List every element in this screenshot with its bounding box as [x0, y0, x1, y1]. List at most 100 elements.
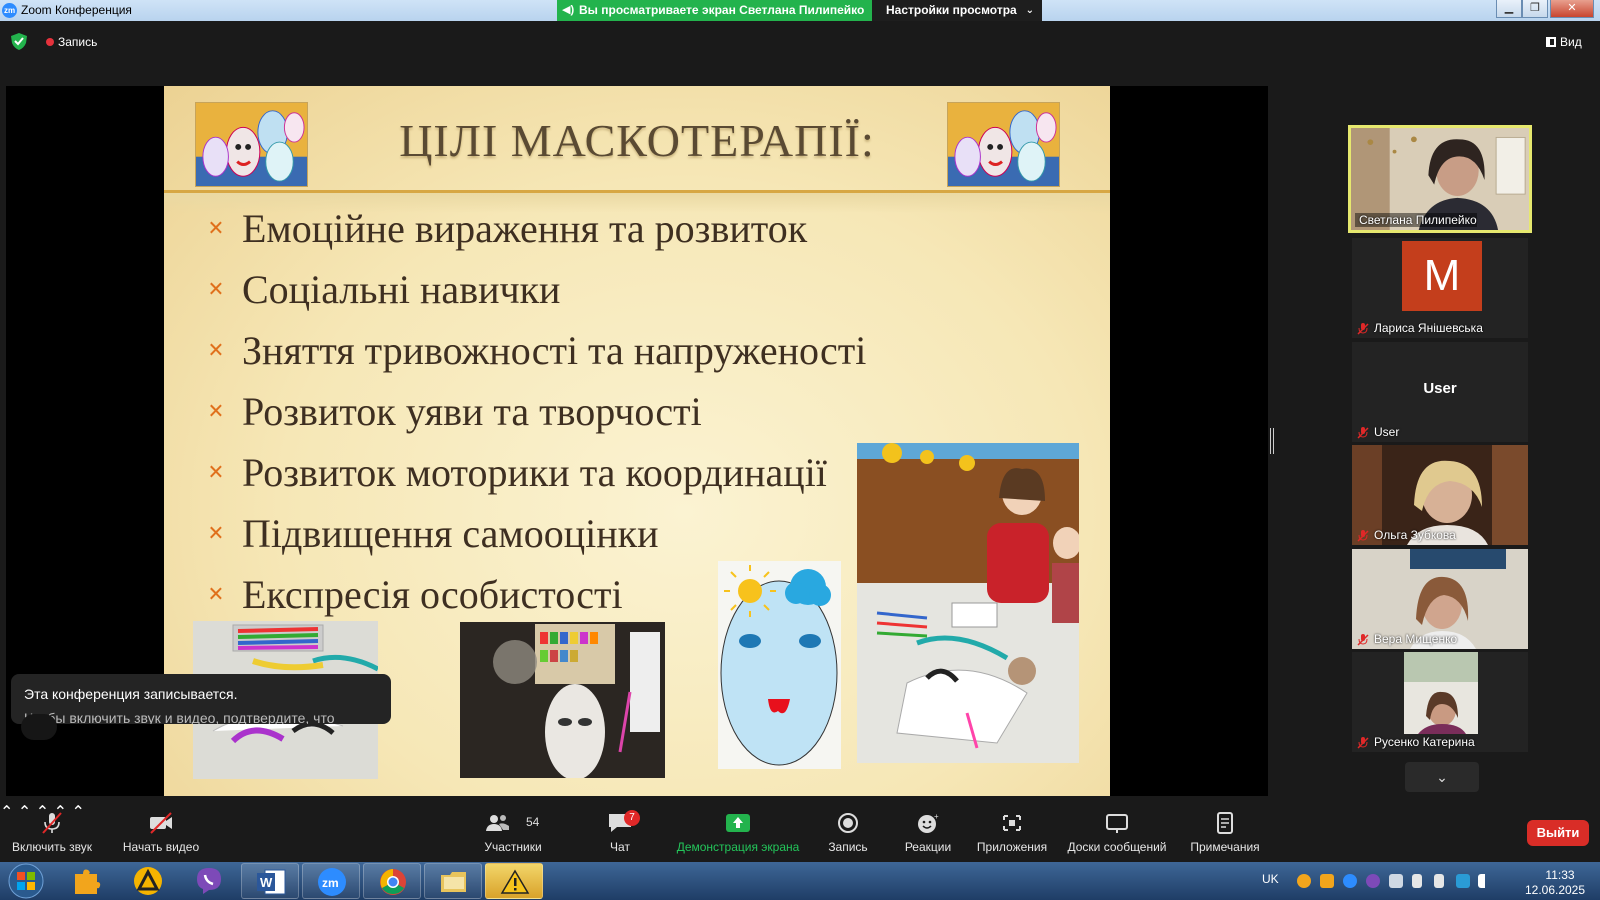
participants-scroll-down-button[interactable]: ⌄	[1405, 762, 1479, 792]
unmute-button[interactable]: Включить звук	[6, 802, 98, 862]
unmute-label: Включить звук	[11, 840, 93, 854]
speaker-icon: ◀)	[562, 4, 575, 16]
participant-name: Ольга Зубкова	[1374, 528, 1456, 542]
taskbar-app-puzzle[interactable]	[58, 863, 116, 899]
taskbar-app-explorer[interactable]	[424, 863, 482, 899]
tray-triangle-icon[interactable]	[1297, 874, 1311, 888]
annotate-pencil-icon[interactable]	[21, 714, 57, 740]
panel-resize-handle[interactable]	[1270, 428, 1274, 454]
chat-button[interactable]: 7 Чат	[590, 802, 650, 862]
screen-share-banner: ◀) Вы просматриваете экран Светлана Пили…	[557, 0, 872, 21]
avatar: M	[1402, 241, 1482, 311]
svg-text:zm: zm	[322, 876, 339, 890]
tray-zoom-icon[interactable]	[1343, 874, 1357, 888]
bullet-x-icon: ×	[208, 396, 224, 427]
participant-name: Вера Мищенко	[1374, 632, 1458, 646]
taskbar-app-zoom[interactable]: zm	[302, 863, 360, 899]
close-window-button[interactable]: ✕	[1550, 0, 1594, 18]
folder-icon	[441, 872, 466, 892]
slide-bullet: × Зняття тривожності та напруженості	[208, 320, 866, 381]
view-options-dropdown[interactable]: Настройки просмотра ⌄	[872, 0, 1042, 21]
chevron-down-icon: ⌄	[1436, 769, 1448, 785]
taskbar-app-chrome[interactable]	[363, 863, 421, 899]
chrome-icon	[380, 869, 406, 895]
participant-name-wrapper: User	[1356, 425, 1399, 439]
maximize-button[interactable]: ❐	[1522, 0, 1548, 18]
participant-name: User	[1374, 425, 1400, 439]
participant-tile[interactable]: Ольга Зубкова	[1352, 445, 1528, 545]
notes-icon	[1217, 812, 1233, 834]
participants-count: 54	[526, 815, 540, 829]
svg-text:+: +	[934, 812, 939, 821]
meeting-controls-toolbar: Включить звук ⌃ Начать видео ⌃ 54 Участн…	[0, 802, 1600, 862]
tray-flag-icon[interactable]	[1412, 874, 1422, 888]
share-screen-button[interactable]: Демонстрация экрана	[670, 802, 806, 862]
tray-viber-icon[interactable]	[1366, 874, 1380, 888]
apps-button[interactable]: Приложения	[974, 802, 1050, 862]
reactions-button[interactable]: + Реакции	[896, 802, 960, 862]
microphone-muted-icon	[1357, 427, 1369, 439]
bullet-text: Розвиток уяви та творчості	[242, 389, 702, 434]
participants-icon	[486, 815, 509, 831]
whiteboards-button[interactable]: Доски сообщений	[1062, 802, 1172, 862]
window-title-bar: zm Zoom Конференция ◀) Вы просматриваете…	[0, 0, 1600, 21]
video-off-icon	[150, 812, 172, 834]
view-button[interactable]: Вид	[1546, 33, 1582, 51]
tray-puzzle-icon[interactable]	[1320, 874, 1334, 888]
clock-date[interactable]: 12.06.2025	[1520, 883, 1590, 897]
recording-notification-toast: Эта конференция записывается. Чтобы вклю…	[11, 674, 391, 724]
security-shield-icon[interactable]	[11, 33, 27, 50]
taskbar-app-triangle[interactable]	[119, 863, 177, 899]
record-label: Запись	[828, 840, 868, 854]
windows-start-button[interactable]	[5, 862, 47, 900]
microphone-muted-icon	[42, 812, 62, 834]
taskbar-app-warning[interactable]	[485, 863, 543, 899]
record-icon	[838, 813, 858, 833]
zoom-app-icon: zm	[318, 868, 346, 896]
minimize-button[interactable]: ▁	[1496, 0, 1522, 18]
reactions-label: Реакции	[904, 840, 952, 854]
participant-name-wrapper: Лариса Янішевська	[1356, 321, 1483, 335]
leave-meeting-button[interactable]: Выйти	[1527, 820, 1589, 846]
participant-tile[interactable]: User User	[1352, 342, 1528, 442]
tray-signal-icon[interactable]	[1478, 874, 1492, 888]
keyboard-language[interactable]: UK	[1262, 872, 1279, 886]
tray-device-icon[interactable]	[1389, 874, 1403, 888]
blue-mask-drawing	[718, 561, 841, 769]
tray-network-icon[interactable]	[1456, 874, 1470, 888]
taskbar-app-word[interactable]: W	[241, 863, 299, 899]
start-video-button[interactable]: Начать видео	[116, 802, 206, 862]
clock-time[interactable]: 11:33	[1530, 868, 1590, 882]
recording-indicator[interactable]: Запись	[44, 33, 97, 51]
notes-label: Примечания	[1190, 840, 1260, 854]
participant-tile-active-speaker[interactable]: Светлана Пилипейко	[1348, 125, 1532, 233]
record-button[interactable]: Запись	[818, 802, 878, 862]
white-mask-photo	[460, 622, 665, 778]
share-screen-icon	[726, 814, 750, 832]
children-crafting-photo	[857, 443, 1079, 763]
microphone-muted-icon	[1357, 737, 1369, 749]
bullet-x-icon: ×	[208, 274, 224, 305]
microphone-muted-icon	[1357, 634, 1369, 646]
view-label: Вид	[1560, 35, 1582, 49]
word-icon: W	[257, 869, 286, 895]
participant-name: Русенко Катерина	[1374, 735, 1475, 749]
apps-label: Приложения	[976, 840, 1048, 854]
participant-tile[interactable]: Вера Мищенко	[1352, 549, 1528, 649]
notes-button[interactable]: Примечания	[1182, 802, 1268, 862]
recording-label: Запись	[58, 35, 98, 49]
bullet-text: Соціальні навички	[242, 267, 561, 312]
windows-taskbar: W zm UK 11:33 12.06.2025	[0, 862, 1600, 900]
zoom-logo-icon: zm	[2, 3, 17, 18]
tray-volume-icon[interactable]	[1434, 874, 1444, 888]
bullet-text: Експресія особистості	[242, 572, 623, 617]
microphone-muted-icon	[1357, 530, 1369, 542]
start-video-label: Начать видео	[122, 840, 200, 854]
slide-bullet: × Підвищення самооцінки	[208, 503, 866, 564]
participants-button[interactable]: 54 Участники	[478, 802, 548, 862]
participant-tile[interactable]: M Лариса Янішевська	[1352, 238, 1528, 338]
participant-tile[interactable]: Русенко Катерина	[1352, 652, 1528, 752]
toast-message: Чтобы включить звук и видео, подтвердите…	[24, 710, 335, 724]
smiley-icon: +	[918, 812, 939, 833]
taskbar-app-viber[interactable]	[180, 863, 238, 899]
